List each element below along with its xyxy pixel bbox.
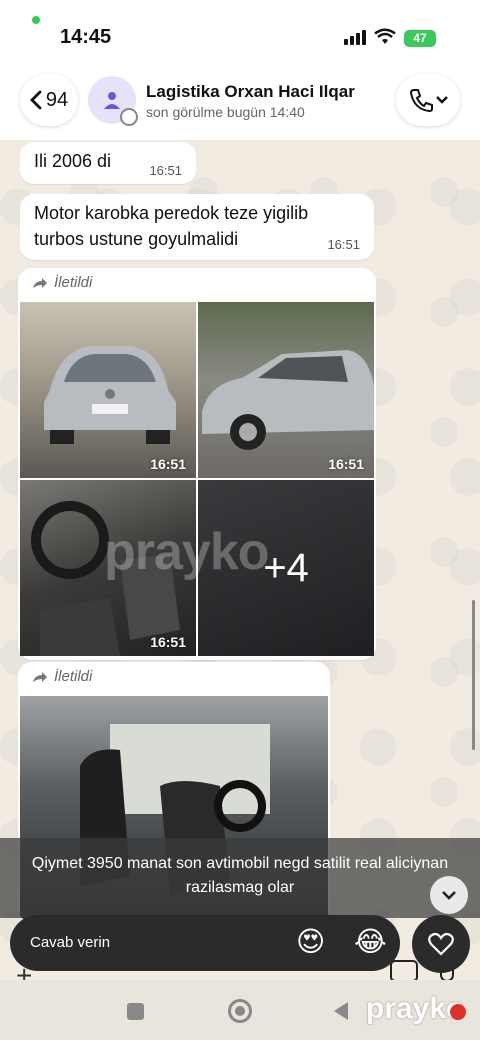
heart-eyes-emoji-button[interactable]: 😍 [296, 925, 325, 958]
brand-dot [450, 1004, 466, 1020]
clock-icon [120, 108, 138, 126]
car-side-photo[interactable]: 16:51 [198, 302, 374, 478]
recent-apps-button[interactable] [127, 1003, 144, 1020]
last-seen-status: son görülme bugün 14:40 [146, 104, 305, 120]
forwarded-label: İletildi [32, 668, 92, 685]
forward-arrow-icon [33, 277, 47, 288]
privacy-indicator-dot [32, 16, 40, 24]
message-text: Ili 2006 di [34, 151, 112, 171]
message-time: 16:51 [327, 237, 360, 252]
scroll-down-button[interactable] [430, 876, 468, 914]
car-illustration [44, 346, 176, 444]
car-illustration [202, 350, 374, 450]
wifi-icon [374, 28, 396, 44]
signal-icon [344, 30, 366, 45]
battery-indicator: 47 [404, 30, 436, 47]
phone-icon [409, 89, 433, 113]
forwarded-label: İletildi [32, 274, 92, 291]
scroll-indicator[interactable] [472, 600, 475, 750]
status-bar: 14:45 47 [0, 0, 480, 64]
unread-count: 94 [45, 88, 69, 111]
reply-placeholder: Cavab verin [30, 934, 111, 951]
chevron-down-icon [436, 96, 448, 104]
photo-time: 16:51 [328, 456, 364, 472]
home-button[interactable] [228, 999, 252, 1023]
chat-header: 94 Lagistika Orxan Haci Ilqar son görülm… [0, 64, 480, 140]
reply-input[interactable]: Cavab verin 😍 😂 [10, 915, 400, 971]
contact-name[interactable]: Lagistika Orxan Haci Ilqar [146, 82, 355, 102]
message-text: Motor karobka peredok teze yigilib turbo… [34, 203, 309, 249]
watermark-text: prayko [104, 523, 270, 581]
camera-icon[interactable] [390, 960, 418, 982]
photo-time: 16:51 [150, 456, 186, 472]
back-nav-button[interactable] [334, 1002, 348, 1020]
forward-arrow-icon [33, 671, 47, 682]
status-time: 14:45 [60, 26, 112, 48]
like-button[interactable] [412, 915, 470, 973]
chevron-down-icon [442, 891, 456, 900]
car-front-photo[interactable]: 16:51 [20, 302, 196, 478]
message-time: 16:51 [149, 163, 182, 178]
person-icon [104, 92, 120, 109]
photo-album-bubble[interactable]: İletildi 16:51 16:51 16:51 +4 prayko [18, 268, 376, 660]
back-button[interactable]: 94 [20, 74, 78, 126]
photo-time: 16:51 [150, 634, 186, 650]
system-nav-bar: prayko [0, 980, 480, 1040]
message-bubble[interactable]: Motor karobka peredok teze yigilib turbo… [20, 194, 374, 260]
laughing-emoji-button[interactable]: 😂 [354, 925, 387, 958]
heart-icon [428, 932, 454, 956]
message-bubble[interactable]: Ili 2006 di 16:51 [20, 142, 196, 184]
status-caption: Qiymet 3950 manat son avtimobil negd sat… [0, 838, 480, 918]
chevron-left-icon [29, 90, 42, 110]
call-button[interactable] [396, 74, 460, 126]
